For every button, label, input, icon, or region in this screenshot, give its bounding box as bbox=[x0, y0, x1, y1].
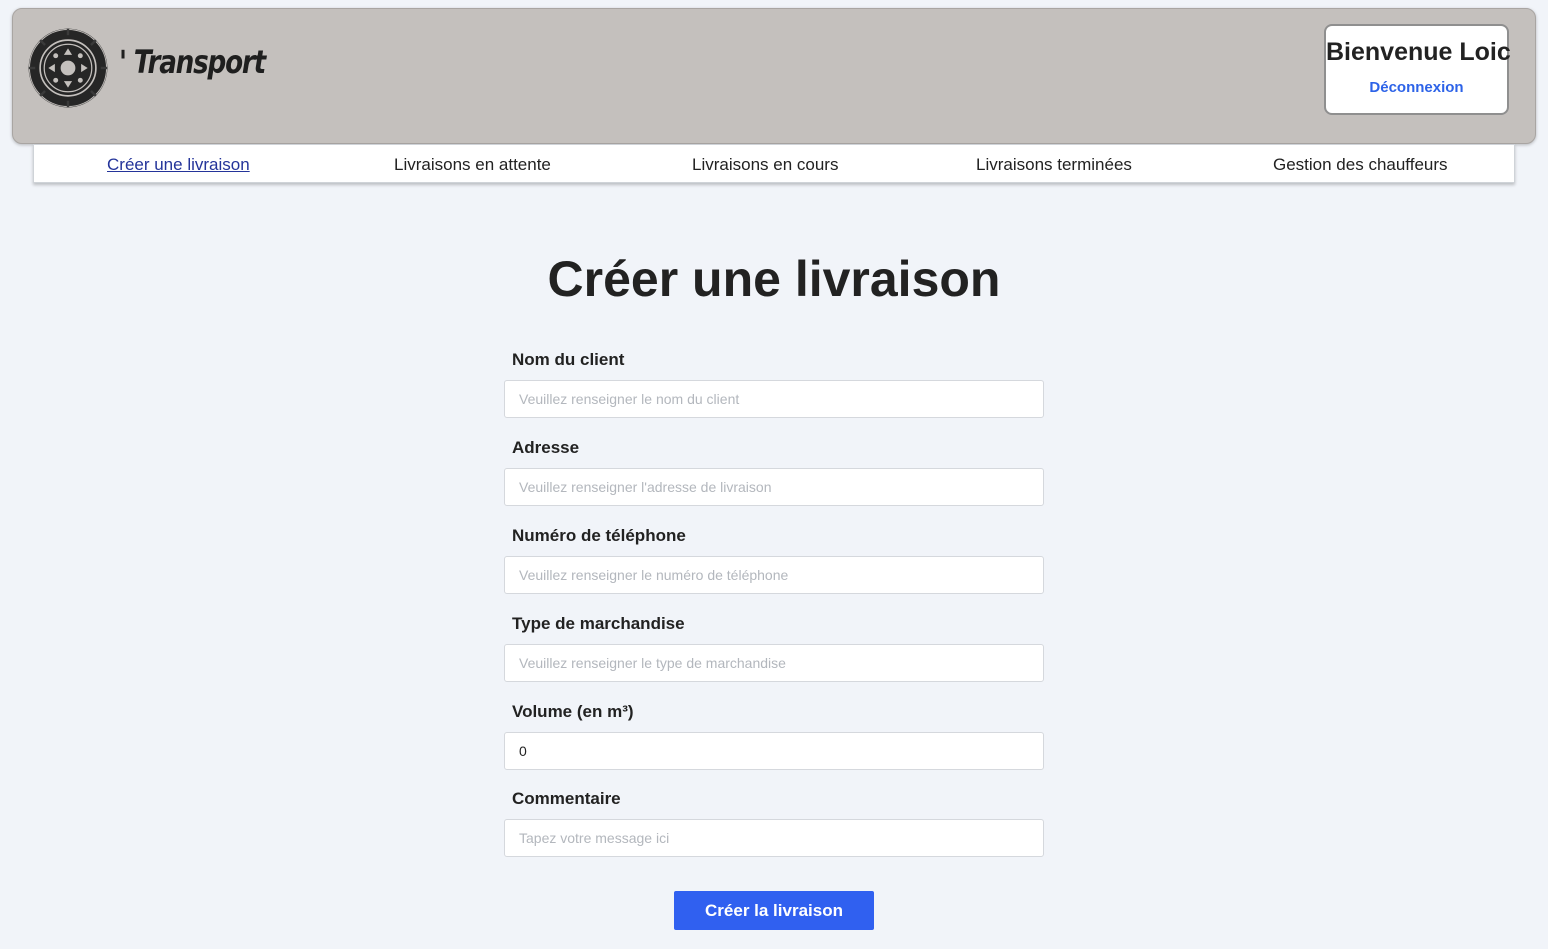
volume-input[interactable] bbox=[504, 732, 1044, 770]
goods-type-input[interactable] bbox=[504, 644, 1044, 682]
welcome-text: Bienvenue Loic bbox=[1326, 38, 1511, 66]
create-delivery-button[interactable]: Créer la livraison bbox=[674, 891, 874, 930]
nav-item-driver-management[interactable]: Gestion des chauffeurs bbox=[1273, 155, 1448, 175]
user-welcome-box: Bienvenue Loic Déconnexion bbox=[1324, 24, 1511, 115]
client-name-label: Nom du client bbox=[512, 350, 625, 369]
address-input[interactable] bbox=[504, 468, 1044, 506]
header-bar: ' Transport Bienvenue Loic Déconnexion bbox=[12, 8, 1536, 144]
page-title: Créer une livraison bbox=[547, 251, 1001, 307]
tire-wheel-icon[interactable] bbox=[27, 27, 109, 109]
phone-input[interactable] bbox=[504, 556, 1044, 594]
comment-input[interactable] bbox=[504, 819, 1044, 857]
comment-label: Commentaire bbox=[512, 789, 621, 808]
goods-type-label: Type de marchandise bbox=[512, 614, 685, 633]
address-label: Adresse bbox=[512, 438, 580, 457]
main-nav: Créer une livraison Livraisons en attent… bbox=[33, 144, 1515, 183]
client-name-input[interactable] bbox=[504, 380, 1044, 418]
phone-label: Numéro de téléphone bbox=[512, 526, 686, 545]
logout-link[interactable]: Déconnexion bbox=[1369, 79, 1463, 96]
brand-name: ' Transport bbox=[119, 43, 266, 81]
nav-item-create-delivery[interactable]: Créer une livraison bbox=[107, 155, 250, 175]
volume-label: Volume (en m³) bbox=[512, 702, 634, 721]
nav-item-ongoing-deliveries[interactable]: Livraisons en cours bbox=[692, 155, 838, 175]
nav-item-pending-deliveries[interactable]: Livraisons en attente bbox=[394, 155, 551, 175]
nav-item-finished-deliveries[interactable]: Livraisons terminées bbox=[976, 155, 1132, 175]
